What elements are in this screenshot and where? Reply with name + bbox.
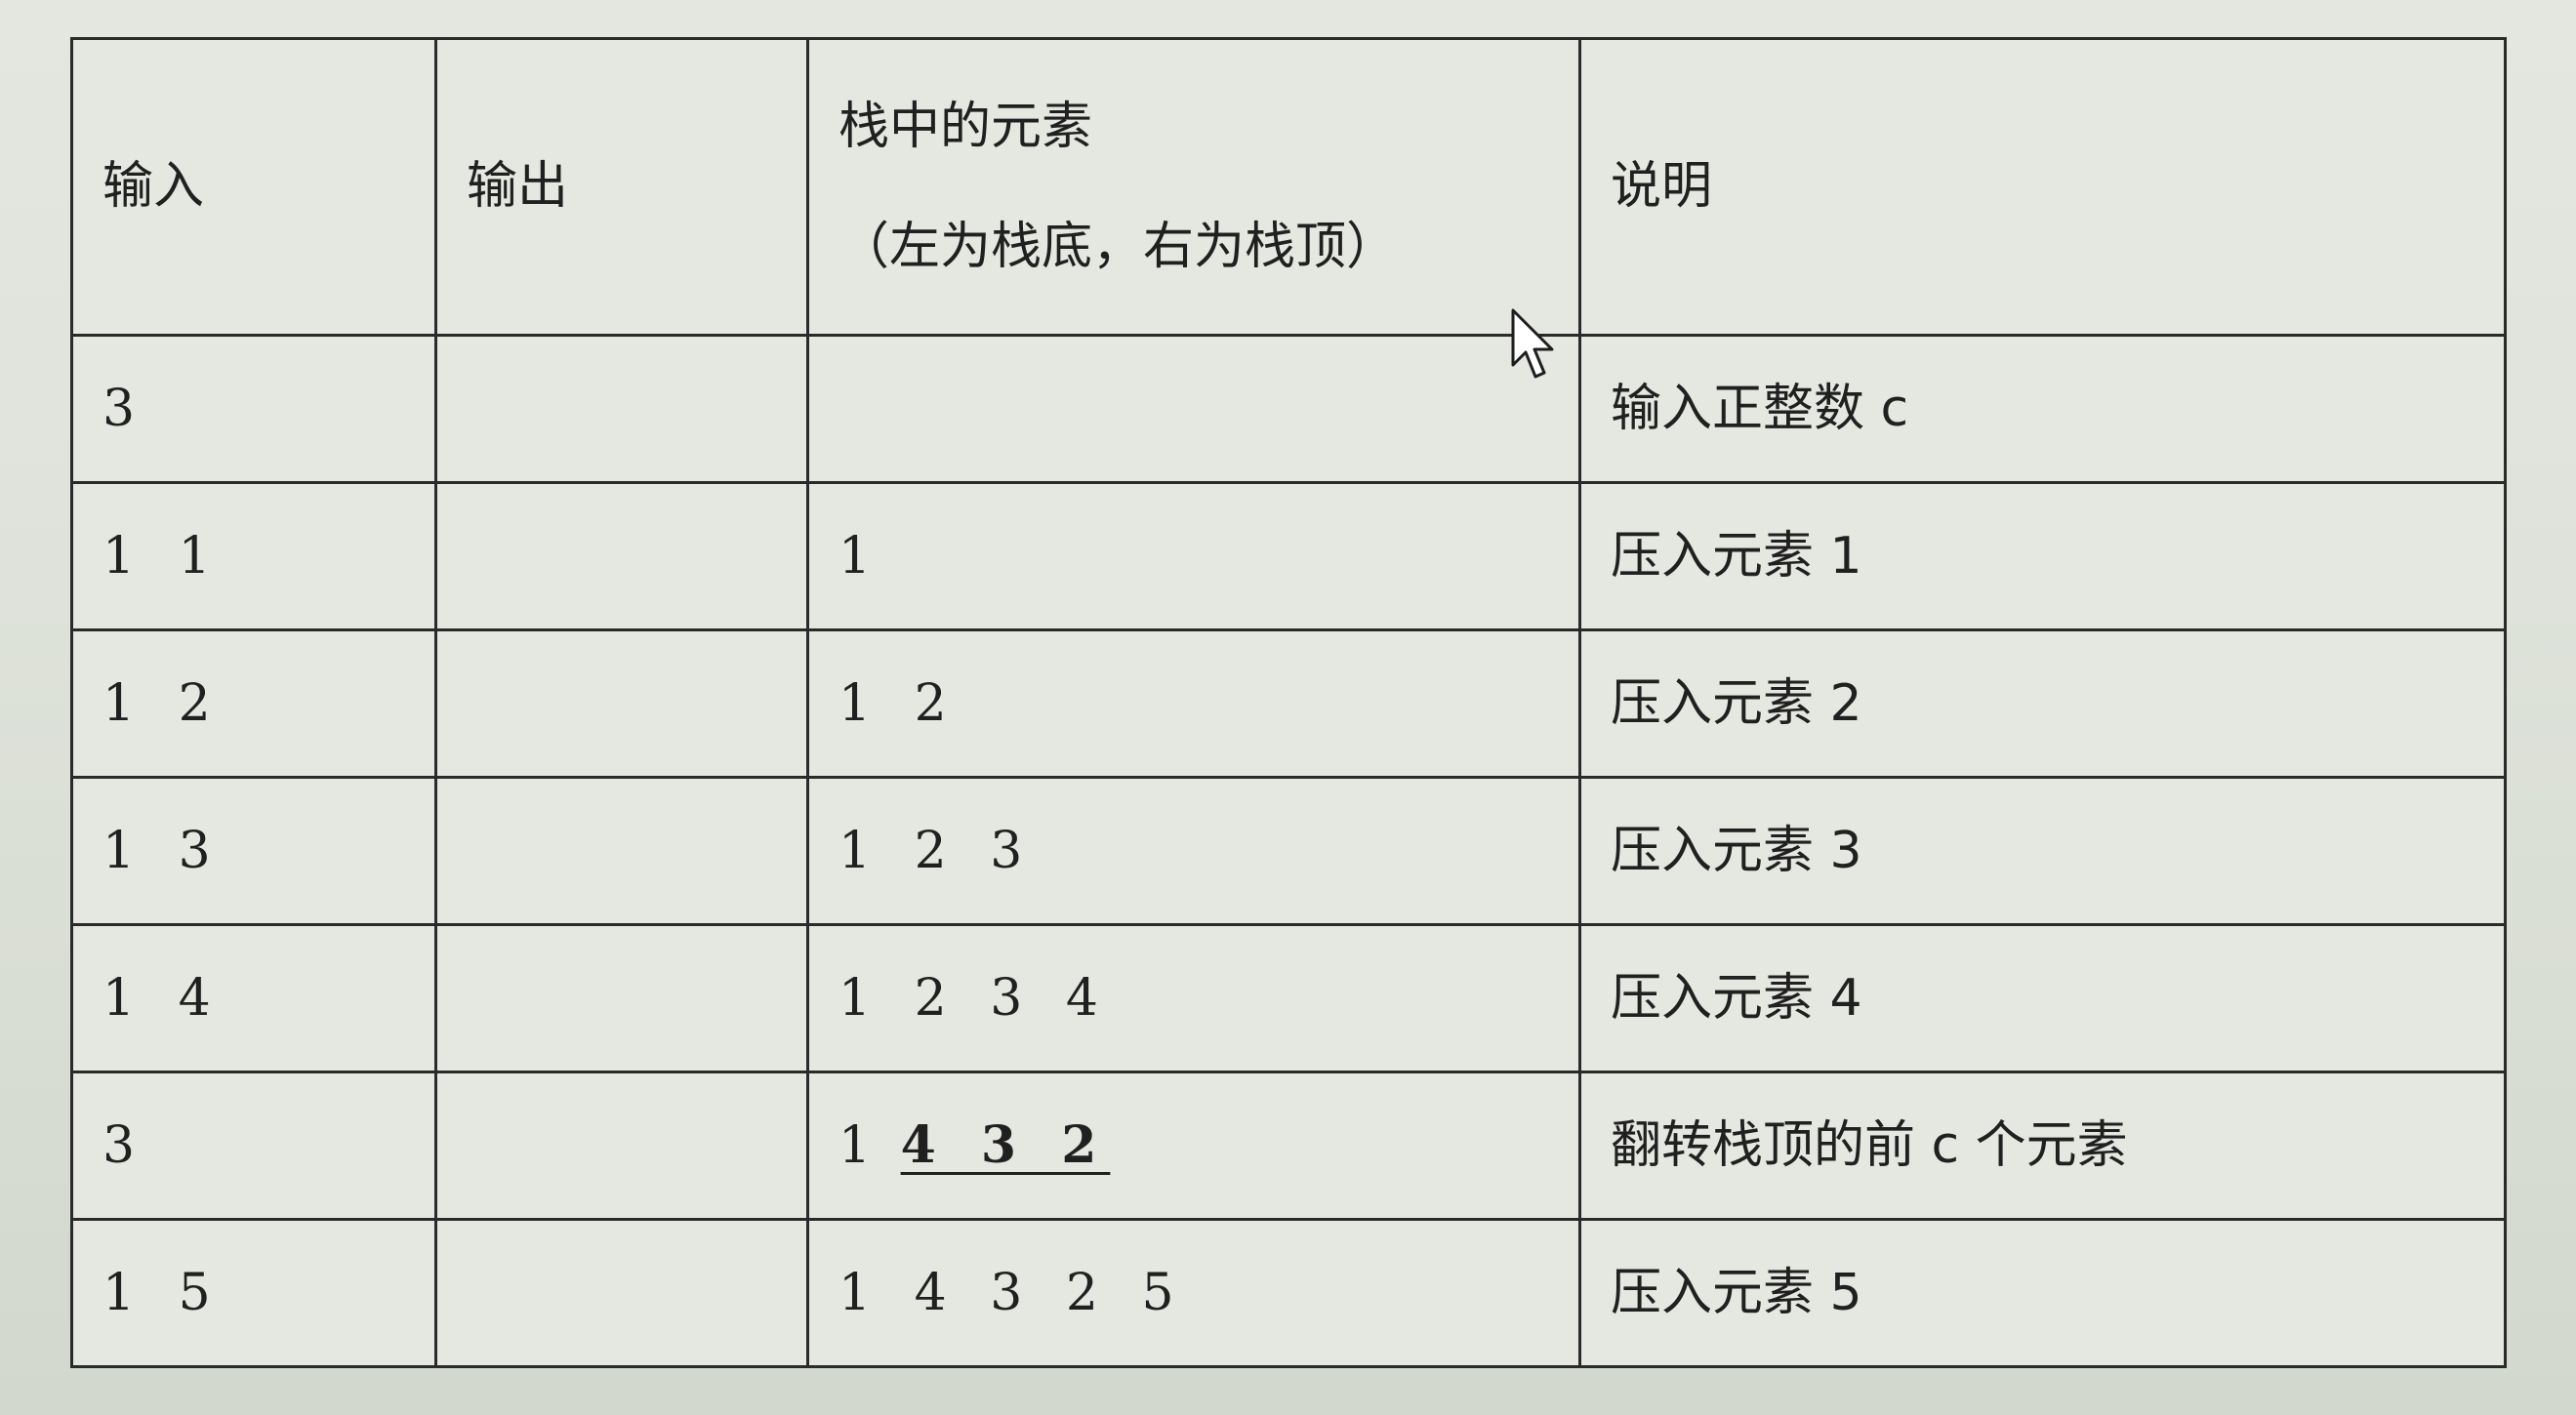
header-stack-title: 栈中的元素 bbox=[838, 98, 1093, 157]
stack-cell: 1 4 3 2 bbox=[806, 1071, 1581, 1221]
table-header-row: 输入 输出 栈中的元素 （左为栈底，右为栈顶） 说明 bbox=[70, 37, 2507, 337]
input-cell: 3 bbox=[70, 334, 437, 484]
input-value: 1 4 bbox=[102, 968, 225, 1028]
output-cell bbox=[434, 481, 809, 631]
input-cell: 1 2 bbox=[70, 628, 437, 779]
stack-value: 1 2 3 bbox=[838, 821, 1037, 880]
description-value: 压入元素 5 bbox=[1611, 1263, 1862, 1322]
description-value: 压入元素 4 bbox=[1611, 968, 1862, 1028]
stack-cell: 1 4 3 2 5 bbox=[806, 1218, 1581, 1368]
arrow-cursor-icon bbox=[1511, 308, 1554, 379]
description-value: 输入正整数 c bbox=[1611, 379, 1909, 438]
output-cell bbox=[434, 334, 809, 484]
stack-cell: 1 2 bbox=[806, 628, 1581, 779]
stack-value: 1 bbox=[838, 526, 885, 586]
reversed-stack-segment: 4 3 2 bbox=[900, 1114, 1111, 1175]
description-value: 翻转栈顶的前 c 个元素 bbox=[1611, 1115, 2128, 1175]
table-row: 3 1 4 3 2 翻转栈顶的前 c 个元素 bbox=[70, 1071, 2507, 1221]
output-cell bbox=[434, 776, 809, 926]
description-cell: 输入正整数 c bbox=[1578, 334, 2507, 484]
description-value: 压入元素 2 bbox=[1611, 673, 1862, 733]
input-value: 3 bbox=[102, 379, 149, 438]
input-cell: 1 3 bbox=[70, 776, 437, 926]
description-cell: 压入元素 4 bbox=[1578, 923, 2507, 1073]
input-value: 3 bbox=[102, 1115, 149, 1175]
header-output-cell: 输出 bbox=[434, 37, 809, 337]
table-row: 1 4 1 2 3 4 压入元素 4 bbox=[70, 923, 2507, 1073]
stack-value: 1 2 3 4 bbox=[838, 968, 1112, 1028]
header-output-label: 输出 bbox=[467, 157, 569, 217]
input-value: 1 2 bbox=[102, 673, 225, 733]
output-cell bbox=[434, 628, 809, 779]
input-cell: 1 1 bbox=[70, 481, 437, 631]
description-cell: 压入元素 1 bbox=[1578, 481, 2507, 631]
table-row: 3 输入正整数 c bbox=[70, 334, 2507, 484]
stack-cell: 1 bbox=[806, 481, 1581, 631]
header-input-label: 输入 bbox=[102, 157, 205, 217]
input-cell: 3 bbox=[70, 1071, 437, 1221]
output-cell bbox=[434, 1071, 809, 1221]
header-input-cell: 输入 bbox=[70, 37, 437, 337]
description-value: 压入元素 3 bbox=[1611, 821, 1862, 880]
description-cell: 压入元素 2 bbox=[1578, 628, 2507, 779]
description-value: 压入元素 1 bbox=[1611, 526, 1862, 586]
table-row: 1 3 1 2 3 压入元素 3 bbox=[70, 776, 2507, 926]
header-stack-subtitle: （左为栈底，右为栈顶） bbox=[838, 217, 1398, 276]
stack-cell: 1 2 3 bbox=[806, 776, 1581, 926]
input-value: 1 5 bbox=[102, 1263, 225, 1322]
input-cell: 1 4 bbox=[70, 923, 437, 1073]
table-row: 1 1 1 压入元素 1 bbox=[70, 481, 2507, 631]
stack-cell bbox=[806, 334, 1581, 484]
description-cell: 压入元素 3 bbox=[1578, 776, 2507, 926]
output-cell bbox=[434, 1218, 809, 1368]
description-cell: 压入元素 5 bbox=[1578, 1218, 2507, 1368]
table-row: 1 5 1 4 3 2 5 压入元素 5 bbox=[70, 1218, 2507, 1368]
input-cell: 1 5 bbox=[70, 1218, 437, 1368]
stack-prefix-value: 1 bbox=[838, 1115, 885, 1175]
header-description-label: 说明 bbox=[1611, 157, 1713, 217]
input-value: 1 1 bbox=[102, 526, 225, 586]
description-cell: 翻转栈顶的前 c 个元素 bbox=[1578, 1071, 2507, 1221]
stack-operations-table: 输入 输出 栈中的元素 （左为栈底，右为栈顶） 说明 3 输入正整数 c 1 1… bbox=[70, 37, 2507, 1368]
stack-cell: 1 2 3 4 bbox=[806, 923, 1581, 1073]
input-value: 1 3 bbox=[102, 821, 225, 880]
document-page: 输入 输出 栈中的元素 （左为栈底，右为栈顶） 说明 3 输入正整数 c 1 1… bbox=[0, 0, 2576, 1415]
output-cell bbox=[434, 923, 809, 1073]
header-description-cell: 说明 bbox=[1578, 37, 2507, 337]
table-row: 1 2 1 2 压入元素 2 bbox=[70, 628, 2507, 779]
stack-value: 1 4 3 2 5 bbox=[838, 1263, 1188, 1322]
header-stack-cell: 栈中的元素 （左为栈底，右为栈顶） bbox=[806, 37, 1581, 337]
stack-value: 1 2 bbox=[838, 673, 961, 733]
